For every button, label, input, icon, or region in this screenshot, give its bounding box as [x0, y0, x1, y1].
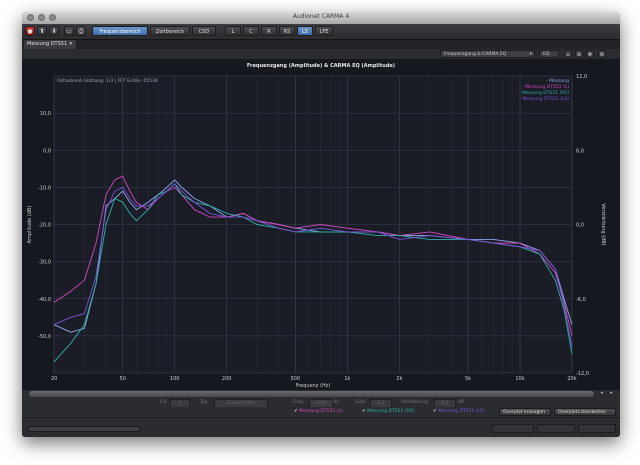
typ-label: Typ — [200, 400, 208, 405]
y-axis-label: Amplitude (dB) — [27, 206, 33, 244]
view-control-bar: Frequenzgang & CARMA EQ ▾ EQ ⌂ ⊕ ✥ ⚙ — [22, 49, 620, 59]
tab-zeitbereich[interactable]: Zeitbereich — [150, 26, 190, 36]
document-tab-label: Messung DTS51 — [27, 41, 68, 47]
y-tick-label: 0,0 — [43, 148, 51, 154]
x-tick-label: 10k — [515, 376, 524, 382]
eq-parameter-row: EQ 1 Typ Glockenfilter Freq. 1000 Hz Güt… — [22, 398, 620, 408]
y2-tick-label: -12,0 — [576, 371, 589, 377]
gain-label: Verstärkung — [401, 400, 429, 405]
gain-unit: dB — [458, 400, 464, 405]
y-tick-label: -10,0 — [38, 185, 51, 191]
y-tick-label: -50,0 — [38, 334, 51, 340]
legend-item-rs[interactable]: ✔ Messung DTS51 (RS) — [362, 408, 414, 416]
legend-label: Messung DTS51 (L) — [299, 409, 343, 414]
progress-bar — [28, 426, 140, 432]
import-icon[interactable]: ⬆ — [37, 26, 47, 36]
home-icon[interactable]: ⌂ — [564, 50, 572, 58]
overplot-legend-row: ✔ Messung DTS51 (L) ✔ Messung DTS51 (RS)… — [22, 407, 620, 417]
x-tick-label: 20 — [51, 376, 57, 382]
legend-entry: - Messung DTS51 (L) — [522, 84, 569, 90]
status-bar — [22, 417, 620, 437]
tab-frequenzbereich[interactable]: Frequenzbereich — [92, 26, 148, 36]
checkbox-checked-icon[interactable]: ✔ — [433, 409, 437, 414]
status-field — [578, 424, 616, 433]
channel-rs-button[interactable]: RS — [279, 26, 295, 36]
legend-label: Messung DTS51 (LS) — [438, 409, 485, 414]
y-tick-label: -30,0 — [38, 260, 51, 266]
chart-canvas[interactable]: 20 50 100 200 500 1k 2k 5k 10k 20k10,00,0-10,0-20… — [22, 59, 620, 390]
document-tab-bar: Messung DTS51 ✕ — [22, 40, 620, 49]
close-tab-icon[interactable]: ✕ — [69, 41, 73, 47]
eq-label: EQ — [160, 400, 167, 405]
x-tick-label: 200 — [222, 376, 232, 382]
legend-entry: - Messung DTS51 (RS) — [519, 90, 569, 96]
checkbox-checked-icon[interactable]: ✔ — [362, 409, 366, 414]
x-tick-label: 50 — [120, 376, 126, 382]
chevron-down-icon: ▾ — [529, 52, 532, 57]
checkbox-checked-icon[interactable]: ✔ — [294, 409, 298, 414]
legend-item-l[interactable]: ✔ Messung DTS51 (L) — [294, 408, 343, 416]
app-window: Audionet CARMA 4 ● ⬆ ⬇ ▭ ⎙ Frequenzberei… — [22, 12, 620, 437]
export-icon[interactable]: ⬇ — [49, 26, 59, 36]
y-tick-label: -40,0 — [38, 297, 51, 303]
channel-ls-button[interactable]: LS — [297, 26, 313, 36]
main-toolbar: ● ⬆ ⬇ ▭ ⎙ Frequenzbereich Zeitbereich CS… — [22, 24, 620, 40]
y2-axis-label: Verstärkung (dB) — [600, 203, 606, 245]
scroll-left-icon[interactable]: ◂ — [598, 390, 605, 398]
record-icon[interactable]: ● — [25, 26, 35, 36]
scroll-right-icon[interactable]: ▸ — [608, 390, 615, 398]
channel-c-button[interactable]: C — [243, 26, 259, 36]
status-field — [537, 424, 575, 433]
freq-unit: Hz — [333, 400, 339, 405]
tab-csd[interactable]: CSD — [192, 26, 216, 36]
x-tick-label: 5k — [465, 376, 471, 382]
y2-tick-label: 12,0 — [576, 74, 587, 80]
x-tick-label: 2k — [396, 376, 402, 382]
move-icon[interactable]: ✥ — [586, 50, 594, 58]
legend-item-ls[interactable]: ✔ Messung DTS51 (LS) — [433, 408, 485, 416]
y-tick-label: -20,0 — [38, 223, 51, 229]
title-bar: Audionet CARMA 4 — [22, 12, 620, 24]
x-axis-label: Frequenz (Hz) — [296, 383, 331, 389]
print-icon[interactable]: ⎙ — [76, 26, 86, 36]
freq-label: Freq. — [293, 400, 305, 405]
legend-label: Messung DTS51 (RS) — [367, 409, 415, 414]
smoothing-info: Oktavband-Glättung: 1/3 | FFT Größe: 655… — [57, 78, 158, 84]
document-tab[interactable]: Messung DTS51 ✕ — [24, 40, 76, 49]
chart-title: Frequenzgang (Amplitude) & CARMA EQ (Amp… — [246, 63, 396, 69]
y2-tick-label: 6,0 — [576, 148, 584, 154]
settings-gear-icon[interactable]: ⚙ — [598, 50, 606, 58]
y2-tick-label: -6,0 — [576, 297, 586, 303]
horizontal-scrollbar[interactable]: ◂ ▸ — [22, 390, 620, 398]
legend-entry: - Messung — [546, 78, 569, 84]
status-field — [492, 424, 534, 433]
folder-icon[interactable]: ▭ — [64, 26, 74, 36]
x-tick-label: 100 — [170, 376, 180, 382]
y-tick-label: 10,0 — [40, 111, 51, 117]
zoom-icon[interactable]: ⊕ — [575, 50, 583, 58]
x-tick-label: 1k — [344, 376, 350, 382]
channel-r-button[interactable]: R — [261, 26, 277, 36]
overplot-create-button[interactable]: Overplot erzeugen — [499, 408, 551, 416]
x-tick-label: 500 — [291, 376, 301, 382]
legend-entry: - Messung DTS51 (LS) — [520, 96, 570, 102]
guete-label: Güte — [355, 400, 366, 405]
scrollbar-thumb[interactable] — [29, 391, 594, 397]
view-select[interactable]: Frequenzgang & CARMA EQ ▾ — [440, 50, 535, 58]
view-select-value: Frequenzgang & CARMA EQ — [444, 52, 507, 57]
window-title: Audionet CARMA 4 — [292, 13, 350, 20]
overplot-edit-button[interactable]: Overplots bearbeiten — [554, 408, 616, 416]
channel-l-button[interactable]: L — [225, 26, 241, 36]
frequency-response-chart[interactable]: 20 50 100 200 500 1k 2k 5k 10k 20k 10,0 0,0 -10,0 -20… — [22, 59, 620, 390]
eq-select[interactable]: EQ — [539, 50, 559, 58]
y2-tick-label: 0,0 — [576, 223, 584, 229]
channel-lfe-button[interactable]: LFE — [315, 26, 333, 36]
eq-select-value: EQ — [543, 52, 550, 57]
